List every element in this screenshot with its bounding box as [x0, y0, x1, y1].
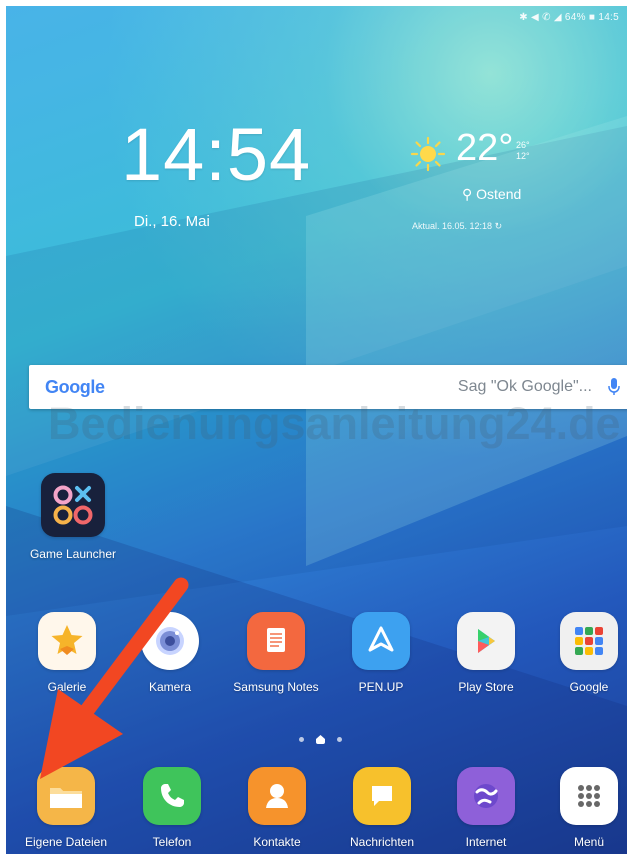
grid-dots-icon	[578, 785, 600, 807]
app-eigene-dateien[interactable]: Eigene Dateien	[22, 767, 110, 849]
app-label-eigene-dateien: Eigene Dateien	[24, 835, 108, 849]
play-store-icon	[457, 612, 515, 670]
weather-updated-text: Aktual. 16.05. 12:18	[412, 221, 493, 231]
location-pin-icon: ⚲	[462, 186, 473, 202]
camera-icon	[141, 612, 199, 670]
app-telefon[interactable]: Telefon	[128, 767, 216, 849]
app-label-samsung-notes: Samsung Notes	[233, 680, 319, 694]
home-page-dot-icon[interactable]	[316, 735, 325, 744]
contacts-icon	[248, 767, 306, 825]
app-kamera[interactable]: Kamera	[126, 612, 214, 694]
internet-icon	[457, 767, 515, 825]
mic-icon[interactable]	[608, 378, 620, 396]
refresh-icon[interactable]: ↻	[495, 221, 503, 231]
app-label-kamera: Kamera	[148, 680, 192, 694]
app-penup[interactable]: PEN.UP	[337, 612, 425, 694]
app-label-galerie: Galerie	[47, 680, 87, 694]
phone-handset-icon	[161, 784, 184, 807]
weather-updated[interactable]: Aktual. 16.05. 12:18 ↻	[412, 221, 502, 232]
phone-icon	[143, 767, 201, 825]
my-files-icon	[37, 767, 95, 825]
app-game-launcher[interactable]: Game Launcher	[29, 473, 117, 561]
apps-menu-icon	[560, 767, 618, 825]
messages-icon	[353, 767, 411, 825]
weather-location-name: Ostend	[476, 186, 522, 202]
weather-high: 26°	[516, 140, 530, 150]
search-placeholder[interactable]: Sag "Ok Google"...	[458, 378, 592, 396]
app-label-penup: PEN.UP	[358, 680, 404, 694]
app-label-google: Google	[569, 680, 609, 694]
app-galerie[interactable]: Galerie	[23, 612, 111, 694]
google-folder-grid-icon	[575, 627, 603, 655]
camera-lens-icon	[156, 627, 184, 655]
game-launcher-label: Game Launcher	[29, 547, 117, 561]
weather-temperature-range: 26° 12°	[516, 140, 530, 162]
weather-location[interactable]: ⚲ Ostend	[462, 186, 521, 203]
page-indicator[interactable]	[299, 735, 342, 744]
app-label-kontakte: Kontakte	[253, 835, 301, 849]
gallery-icon	[38, 612, 96, 670]
sun-icon[interactable]	[410, 136, 446, 172]
message-bubble-icon	[372, 786, 392, 806]
page-dot-1[interactable]	[299, 737, 304, 742]
play-store-triangle-icon	[478, 629, 495, 653]
weather-temperature[interactable]: 22°	[456, 129, 513, 167]
app-kontakte[interactable]: Kontakte	[233, 767, 321, 849]
app-menu[interactable]: Menü	[545, 767, 627, 849]
google-folder-icon	[560, 612, 618, 670]
phone-screenshot: ✱ ◀ ✆ ◢ 64% ■ 14:5 14:54 Di., 16. Mai 22…	[0, 0, 633, 856]
clock-date[interactable]: Di., 16. Mai	[134, 213, 210, 230]
contact-person-icon	[266, 784, 288, 808]
app-label-telefon: Telefon	[152, 835, 192, 849]
app-label-play-store: Play Store	[458, 680, 514, 694]
internet-globe-icon	[474, 784, 498, 808]
app-label-menu: Menü	[573, 835, 605, 849]
app-google-folder[interactable]: Google	[545, 612, 627, 694]
pen-up-symbol-icon	[368, 626, 394, 652]
pen-up-icon	[352, 612, 410, 670]
watermark: Bedienungsanleitung24.de	[48, 398, 621, 449]
gallery-star-icon	[51, 625, 83, 655]
app-label-nachrichten: Nachrichten	[349, 835, 415, 849]
app-internet[interactable]: Internet	[442, 767, 530, 849]
weather-low: 12°	[516, 151, 530, 161]
home-screen: ✱ ◀ ✆ ◢ 64% ■ 14:5 14:54 Di., 16. Mai 22…	[6, 6, 627, 854]
game-launcher-symbol-icon	[53, 485, 93, 525]
app-play-store[interactable]: Play Store	[442, 612, 530, 694]
game-launcher-icon	[41, 473, 105, 537]
status-bar: ✱ ◀ ✆ ◢ 64% ■ 14:5	[519, 12, 619, 23]
clock-time[interactable]: 14:54	[121, 112, 311, 197]
page-dot-3[interactable]	[337, 737, 342, 742]
notes-page-icon	[267, 628, 285, 652]
google-logo: Google	[45, 376, 105, 397]
samsung-notes-icon	[247, 612, 305, 670]
folder-icon	[50, 788, 82, 808]
app-samsung-notes[interactable]: Samsung Notes	[232, 612, 320, 694]
app-label-internet: Internet	[465, 835, 507, 849]
app-nachrichten[interactable]: Nachrichten	[338, 767, 426, 849]
